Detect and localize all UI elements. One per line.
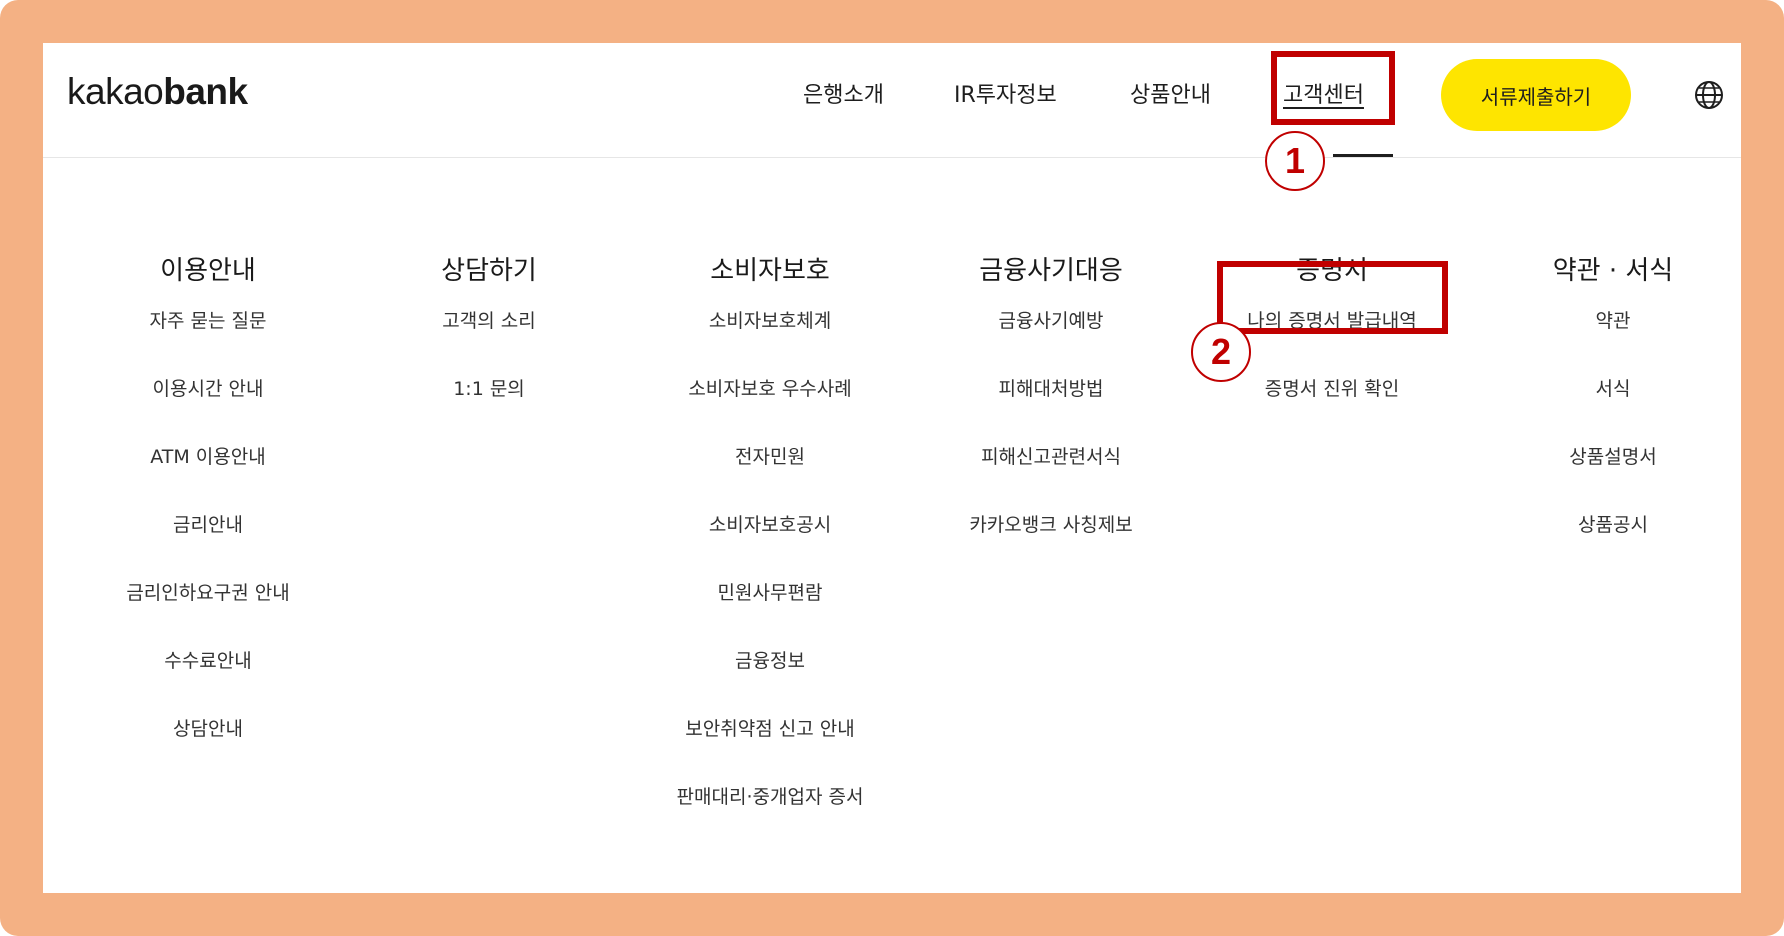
menu-item[interactable]: 이용시간 안내 [68,377,348,445]
menu-item[interactable]: 금융사기예방 [911,309,1191,377]
menu-column-title: 소비자보호 [710,256,830,286]
menu-column-title: 상담하기 [441,256,537,286]
menu-item[interactable]: 자주 묻는 질문 [68,309,348,377]
menu-column-usage-guide: 이용안내 자주 묻는 질문 이용시간 안내 ATM 이용안내 금리안내 금리인하… [68,251,348,785]
active-nav-indicator [1333,154,1393,157]
menu-item[interactable]: 금융정보 [630,649,910,717]
menu-item[interactable]: 소비자보호 우수사례 [630,377,910,445]
menu-item[interactable]: 금리인하요구권 안내 [68,581,348,649]
menu-column-terms-forms: 약관 · 서식 약관 서식 상품설명서 상품공시 [1473,251,1741,581]
menu-item[interactable]: 금리안내 [68,513,348,581]
menu-item[interactable]: 수수료안내 [68,649,348,717]
annotation-marker-2: 2 [1191,322,1251,382]
annotation-box-my-certificate-history [1217,261,1448,334]
menu-item[interactable]: 서식 [1473,377,1741,445]
menu-item[interactable]: 상품설명서 [1473,445,1741,513]
annotation-marker-1: 1 [1265,131,1325,191]
menu-item-certificate-verification[interactable]: 증명서 진위 확인 [1192,377,1472,445]
menu-item[interactable]: 고객의 소리 [349,309,629,377]
screenshot-frame: kakaobank 은행소개 IR투자정보 상품안내 고객센터 서류제출하기 이… [0,0,1784,936]
menu-item[interactable]: 1:1 문의 [349,377,629,445]
logo-kakao: kakao [67,71,164,112]
menu-column-consumer-protection: 소비자보호 소비자보호체계 소비자보호 우수사례 전자민원 소비자보호공시 민원… [630,251,910,853]
annotation-box-customer-center [1271,51,1395,125]
menu-column-title: 약관 · 서식 [1552,256,1674,286]
menu-item[interactable]: 소비자보호공시 [630,513,910,581]
menu-item[interactable]: 카카오뱅크 사칭제보 [911,513,1191,581]
menu-item[interactable]: 전자민원 [630,445,910,513]
nav-bank-intro[interactable]: 은행소개 [803,77,884,109]
site-header: kakaobank 은행소개 IR투자정보 상품안내 고객센터 서류제출하기 [43,43,1741,158]
menu-item[interactable]: 상담안내 [68,717,348,785]
menu-item[interactable]: 판매대리·중개업자 증서 [630,785,910,853]
page-panel: kakaobank 은행소개 IR투자정보 상품안내 고객센터 서류제출하기 이… [43,43,1741,893]
menu-item[interactable]: 피해신고관련서식 [911,445,1191,513]
menu-item[interactable]: ATM 이용안내 [68,445,348,513]
globe-icon[interactable] [1693,79,1725,111]
menu-item[interactable]: 상품공시 [1473,513,1741,581]
nav-ir-info[interactable]: IR투자정보 [954,77,1057,109]
menu-item[interactable]: 소비자보호체계 [630,309,910,377]
submit-documents-button[interactable]: 서류제출하기 [1441,59,1631,131]
logo-bank: bank [163,71,248,112]
menu-column-title: 이용안내 [160,256,256,286]
nav-products[interactable]: 상품안내 [1130,77,1211,109]
menu-item[interactable]: 약관 [1473,309,1741,377]
menu-column-fraud-response: 금융사기대응 금융사기예방 피해대처방법 피해신고관련서식 카카오뱅크 사칭제보 [911,251,1191,581]
menu-item[interactable]: 보안취약점 신고 안내 [630,717,910,785]
kakaobank-logo[interactable]: kakaobank [67,71,248,113]
menu-item[interactable]: 민원사무편람 [630,581,910,649]
menu-item[interactable]: 피해대처방법 [911,377,1191,445]
menu-column-title: 금융사기대응 [979,256,1123,286]
menu-column-consultation: 상담하기 고객의 소리 1:1 문의 [349,251,629,445]
